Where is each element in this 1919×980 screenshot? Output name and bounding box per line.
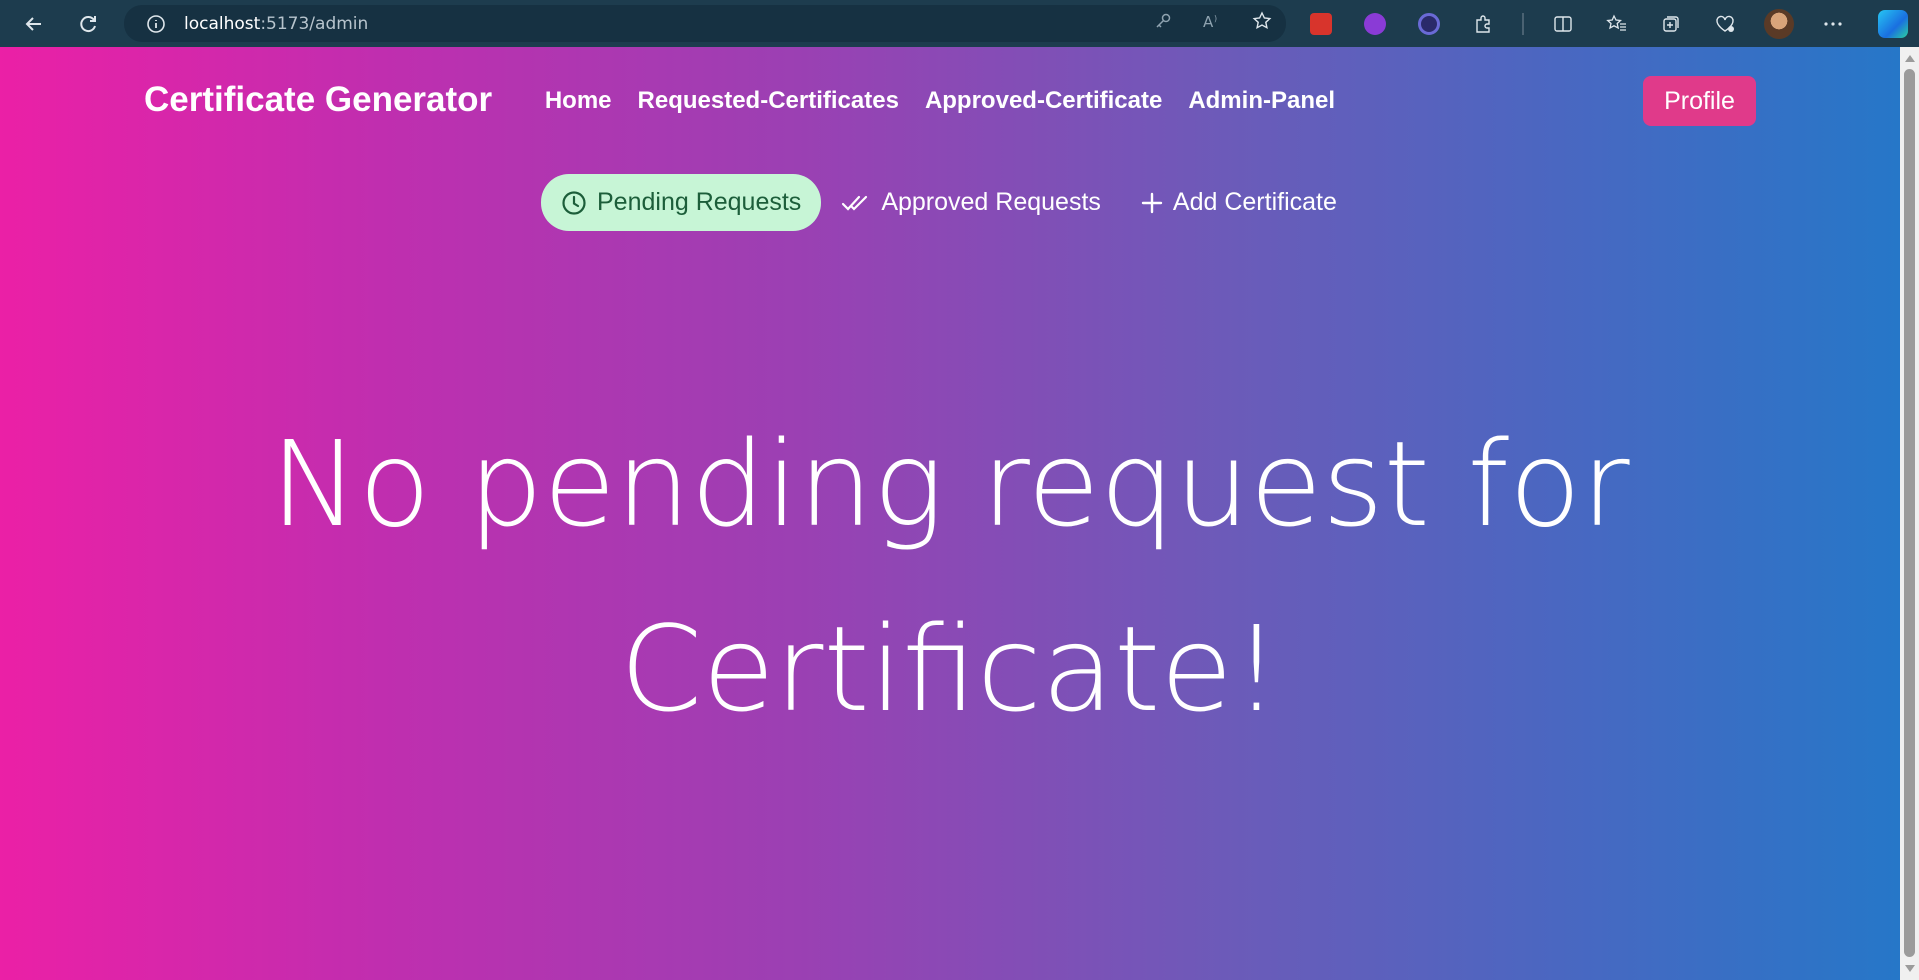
- browser-toolbar: localhost:5173/admin A): [0, 0, 1919, 47]
- url-host: localhost: [184, 13, 261, 34]
- extension-purple-icon[interactable]: [1360, 9, 1390, 39]
- empty-state-line-2: Certificate!: [619, 600, 1281, 738]
- tab-label: Pending Requests: [597, 188, 802, 216]
- tab-label: Approved Requests: [881, 188, 1101, 216]
- toolbar-divider: [1522, 12, 1524, 35]
- plus-icon: [1141, 192, 1163, 214]
- nav-link-admin-panel[interactable]: Admin-Panel: [1188, 87, 1335, 115]
- svg-text:): ): [1214, 14, 1217, 23]
- tab-approved-requests[interactable]: Approved Requests: [821, 174, 1121, 231]
- svg-text:A: A: [1203, 13, 1214, 30]
- vertical-scrollbar[interactable]: [1900, 47, 1919, 980]
- scroll-thumb[interactable]: [1904, 69, 1915, 957]
- tab-add-certificate[interactable]: Add Certificate: [1121, 174, 1357, 231]
- extension-dark-icon[interactable]: [1414, 9, 1444, 39]
- more-options-icon[interactable]: [1818, 9, 1848, 39]
- main-nav: Home Requested-Certificates Approved-Cer…: [545, 87, 1335, 115]
- read-aloud-icon[interactable]: A): [1202, 12, 1222, 35]
- favorites-icon[interactable]: [1602, 9, 1632, 39]
- extension-red-icon[interactable]: [1306, 9, 1336, 39]
- profile-button[interactable]: Profile: [1643, 76, 1756, 126]
- admin-tabs: Pending Requests Approved Requests Add C…: [541, 174, 1357, 231]
- nav-link-approved-certificate[interactable]: Approved-Certificate: [925, 87, 1162, 115]
- tab-pending-requests[interactable]: Pending Requests: [541, 174, 822, 231]
- back-icon[interactable]: [16, 6, 52, 42]
- profile-avatar[interactable]: [1764, 8, 1794, 39]
- tab-label: Add Certificate: [1172, 188, 1337, 216]
- scroll-up-arrow[interactable]: [1905, 55, 1915, 62]
- nav-link-home[interactable]: Home: [545, 87, 612, 115]
- browser-essentials-icon[interactable]: [1710, 9, 1740, 39]
- copilot-icon[interactable]: [1878, 9, 1908, 39]
- nav-link-requested-certificates[interactable]: Requested-Certificates: [638, 87, 899, 115]
- extensions-puzzle-icon[interactable]: [1468, 9, 1498, 39]
- empty-state-message: No pending request for Certificate!: [0, 392, 1900, 762]
- split-screen-icon[interactable]: [1548, 9, 1578, 39]
- page-viewport: Certificate Generator Home Requested-Cer…: [0, 47, 1900, 980]
- url-path: :5173/admin: [260, 13, 369, 34]
- refresh-icon[interactable]: [70, 6, 106, 42]
- address-bar[interactable]: localhost:5173/admin A): [124, 5, 1286, 42]
- empty-state-line-1: No pending request for: [270, 415, 1630, 553]
- clock-icon: [561, 190, 587, 216]
- collections-icon[interactable]: [1656, 9, 1686, 39]
- double-check-icon: [841, 192, 871, 214]
- favorite-star-icon[interactable]: [1252, 11, 1272, 36]
- brand-title[interactable]: Certificate Generator: [144, 80, 492, 120]
- scroll-down-arrow[interactable]: [1905, 965, 1915, 972]
- site-info-icon[interactable]: [146, 14, 166, 34]
- key-icon[interactable]: [1154, 12, 1172, 35]
